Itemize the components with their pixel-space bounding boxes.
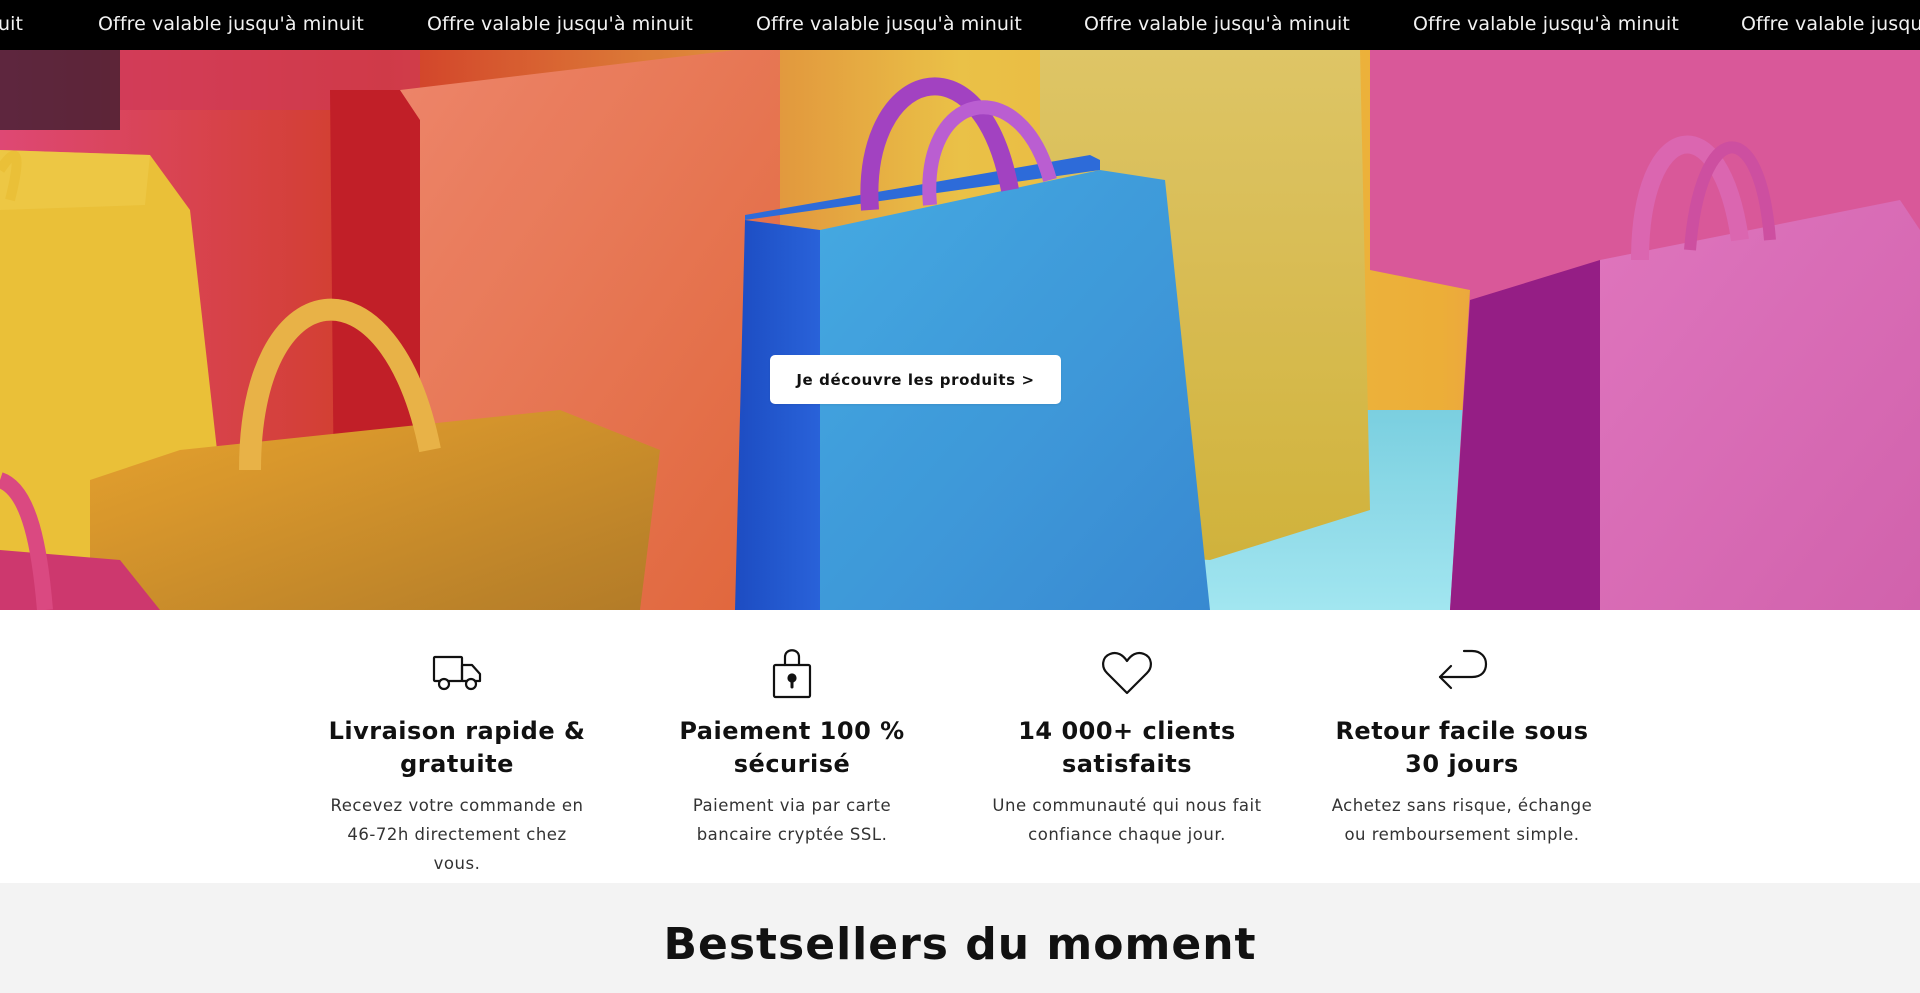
heart-icon (1099, 645, 1155, 701)
announcement-text: Offre valable jusqu'à minuit (98, 13, 364, 35)
feature-title: 14 000+ clients satisfaits (1018, 717, 1236, 778)
feature-title: Livraison rapide & gratuite (328, 717, 586, 778)
padlock-icon (764, 645, 820, 701)
discover-products-button[interactable]: Je découvre les produits > (770, 355, 1061, 404)
feature-text: Recevez votre commande en 46-72h directe… (330, 796, 584, 873)
announcement-bar: uit Offre valable jusqu'à minuit Offre v… (0, 0, 1920, 50)
feature-text: Une communauté qui nous fait confiance c… (992, 796, 1262, 844)
announcement-text: Offre valable jusqu'à minuit (427, 13, 693, 35)
hero-banner: Je découvre les produits > (0, 50, 1920, 610)
bestsellers-section: Bestsellers du moment (0, 883, 1920, 993)
feature-shipping: Livraison rapide & gratuite Recevez votr… (307, 645, 607, 878)
feature-title: Paiement 100 % sécurisé (679, 717, 905, 778)
feature-text: Paiement via par carte bancaire cryptée … (692, 796, 892, 844)
feature-title: Retour facile sous 30 jours (1335, 717, 1589, 778)
announcement-fragment: uit (0, 13, 24, 35)
feature-secure-payment: Paiement 100 % sécurisé Paiement via par… (642, 645, 942, 849)
announcement-text: Offre valable jusqu'à minuit (1084, 13, 1350, 35)
bestsellers-title: Bestsellers du moment (663, 919, 1257, 970)
announcement-text: Offre valable jusqu'à minuit (756, 13, 1022, 35)
feature-happy-customers: 14 000+ clients satisfaits Une communaut… (977, 645, 1277, 849)
truck-icon (429, 645, 485, 701)
hero-image (0, 50, 1920, 610)
feature-text: Achetez sans risque, échange ou rembours… (1331, 796, 1593, 844)
features-section: Livraison rapide & gratuite Recevez votr… (0, 610, 1920, 883)
announcement-partial: Offre valable jusqu'à (1741, 13, 1920, 35)
announcement-text: Offre valable jusqu'à minuit (1413, 13, 1679, 35)
return-arrow-icon (1434, 645, 1490, 701)
feature-easy-returns: Retour facile sous 30 jours Achetez sans… (1312, 645, 1612, 849)
